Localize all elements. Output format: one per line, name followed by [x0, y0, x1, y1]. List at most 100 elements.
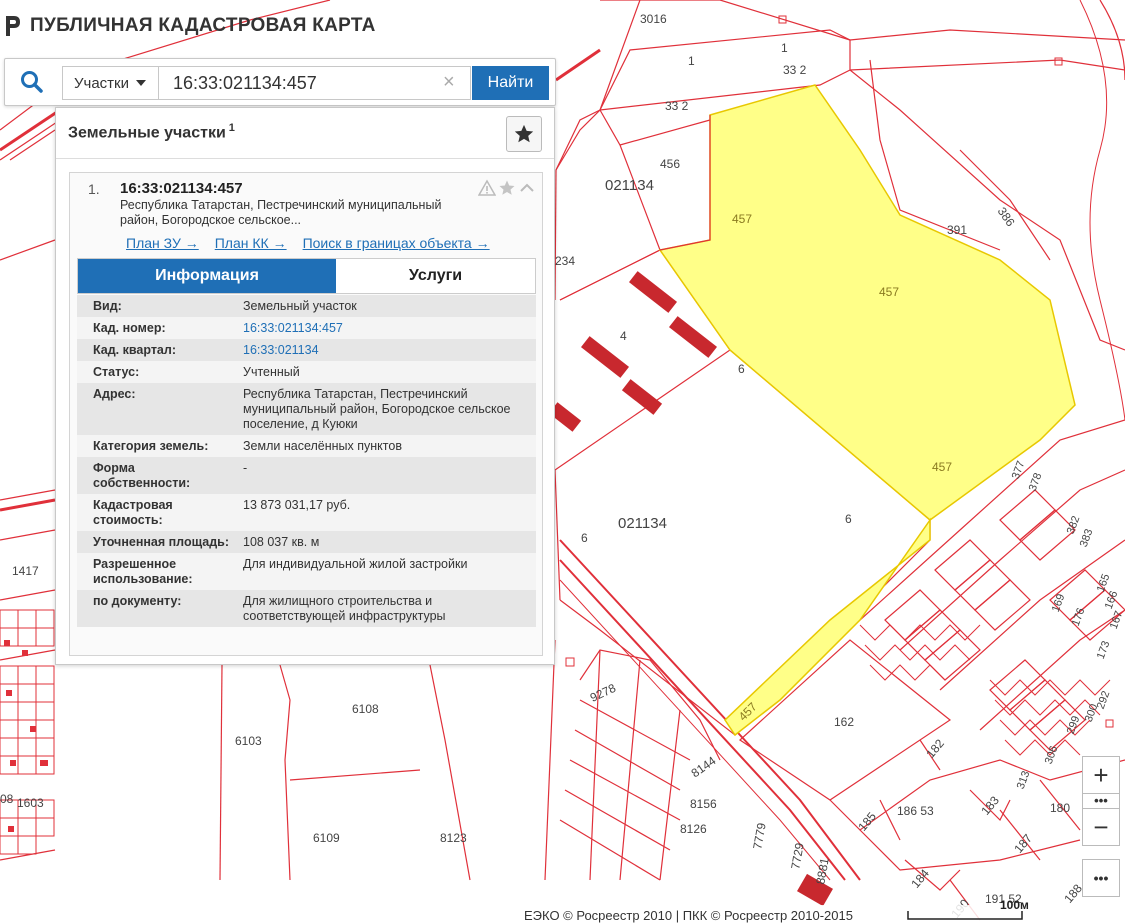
- info-value: Учтенный: [243, 365, 300, 379]
- info-key: Кад. номер:: [93, 321, 166, 335]
- clear-icon[interactable]: ×: [443, 71, 455, 93]
- zoom-controls: + ••• −: [1082, 756, 1120, 846]
- map-label-9278: 9278: [588, 681, 618, 705]
- map-label-167: 167: [1108, 609, 1125, 630]
- info-key: Адрес:: [93, 387, 136, 401]
- selected-parcel-strip[interactable]: [724, 517, 931, 737]
- chevron-up-icon[interactable]: [518, 179, 536, 197]
- more-tools-button[interactable]: •••: [1082, 859, 1120, 897]
- info-row: Адрес: Республика Татарстан, Пестречински…: [77, 383, 536, 435]
- favorites-button[interactable]: [506, 116, 542, 152]
- info-key: Уточненная площадь:: [93, 535, 230, 549]
- map-label-162: 162: [834, 715, 854, 729]
- scale-label: 100м: [1000, 898, 1029, 912]
- map-label-313: 313: [1015, 769, 1033, 790]
- map-label-quarter-2: 021134: [618, 515, 667, 532]
- map-label-1417: 1417: [12, 564, 39, 578]
- map-label-1603: 1603: [17, 796, 44, 810]
- info-value: 108 037 кв. м: [243, 535, 320, 549]
- map-label-457c: 457: [932, 460, 952, 474]
- info-key: Разрешенное использование:: [93, 557, 193, 586]
- info-key: Категория земель:: [93, 439, 209, 453]
- zoom-out-button[interactable]: −: [1082, 808, 1120, 846]
- map-label-176: 176: [1070, 606, 1088, 627]
- results-count: 1: [228, 122, 235, 134]
- map-label-7729: 7729: [788, 841, 806, 870]
- info-value: Для жилищного строительства и соответств…: [243, 594, 446, 623]
- map-label-8144: 8144: [689, 753, 719, 780]
- map-label-386: 386: [995, 205, 1018, 230]
- map-label-6c: 6: [581, 531, 588, 545]
- map-footer: ЕЭКО © Росреестр 2010 | ПКК © Росреестр …: [0, 905, 1125, 924]
- map-label-183: 183: [978, 793, 1002, 818]
- info-value: Республика Татарстан, Пестречинский муни…: [243, 387, 511, 431]
- app-title: ПУБЛИЧНАЯ КАДАСТРОВАЯ КАРТА: [30, 15, 376, 36]
- map-label-1: 1: [688, 54, 695, 68]
- map-label-457b: 457: [879, 285, 899, 299]
- object-type-select[interactable]: Участки: [62, 66, 158, 100]
- map-label-184: 184: [908, 866, 932, 891]
- info-key: Кадастровая стоимость:: [93, 498, 173, 527]
- info-value-link[interactable]: 16:33:021134: [243, 343, 319, 357]
- chevron-down-icon: [136, 80, 146, 86]
- plan-zu-link[interactable]: План ЗУ →: [126, 235, 199, 251]
- map-label-182: 182: [923, 736, 947, 761]
- info-row: Статус: Учтенный: [77, 361, 536, 383]
- app-logo: ПУБЛИЧНАЯ КАДАСТРОВАЯ КАРТА: [4, 12, 376, 40]
- selected-parcel[interactable]: [658, 84, 1076, 521]
- info-value: -: [243, 461, 248, 475]
- map-label-6103: 6103: [235, 734, 262, 748]
- map-label-8156: 8156: [690, 797, 717, 811]
- tab-information[interactable]: Информация: [78, 259, 336, 293]
- search-in-bounds-link[interactable]: Поиск в границах объекта →: [303, 235, 490, 251]
- map-label-299: 299: [1065, 714, 1083, 735]
- map-label-08: 08: [0, 792, 14, 806]
- result-cadastral-number[interactable]: 16:33:021134:457: [120, 180, 243, 197]
- plan-kk-link[interactable]: План КК →: [215, 235, 287, 251]
- map-label-169: 169: [1050, 592, 1068, 613]
- zoom-slider-handle[interactable]: •••: [1082, 794, 1120, 808]
- result-links: План ЗУ → План КК → Поиск в границах объ…: [126, 235, 490, 251]
- map-label-383: 383: [1078, 527, 1096, 548]
- map-label-quarter-1: 021134: [605, 177, 654, 194]
- map-label-186-53: 186 53: [897, 804, 934, 818]
- map-label-382: 382: [1065, 514, 1083, 535]
- map-label-8123: 8123: [440, 831, 467, 845]
- info-value-link[interactable]: 16:33:021134:457: [243, 321, 343, 335]
- info-table: Вид: Земельный участок Кад. номер: 16:33:02…: [77, 295, 536, 627]
- info-row: Вид: Земельный участок: [77, 295, 536, 317]
- map-label-3016: 3016: [640, 12, 667, 26]
- map-label-4: 4: [620, 329, 627, 343]
- map-label-378: 378: [1027, 471, 1045, 492]
- map-label-6109: 6109: [313, 831, 340, 845]
- map-label-234: 234: [555, 254, 575, 268]
- map-label-391: 391: [947, 223, 967, 237]
- info-row: Уточненная площадь: 108 037 кв. м: [77, 531, 536, 553]
- info-value: 13 873 031,17 руб.: [243, 498, 351, 512]
- info-value: Земли населённых пунктов: [243, 439, 402, 453]
- info-row: Кадастровая стоимость: 13 873 031,17 руб.: [77, 494, 536, 531]
- zoom-in-button[interactable]: +: [1082, 756, 1120, 794]
- search-icon[interactable]: [19, 69, 45, 95]
- map-label-1b: 1: [781, 41, 788, 55]
- search-bar: Участки × Найти: [4, 58, 556, 106]
- map-label-180: 180: [1050, 801, 1070, 815]
- info-row: Категория земель: Земли населённых пункто…: [77, 435, 536, 457]
- map-label-7779: 7779: [750, 821, 768, 850]
- info-value: 16:33:021134:457: [243, 317, 536, 339]
- info-key: Статус:: [93, 365, 140, 379]
- map-label-300: 300: [1083, 702, 1101, 723]
- tab-services[interactable]: Услуги: [336, 259, 535, 293]
- map-label-33-2: 33 2: [783, 63, 807, 77]
- logo-icon: [6, 16, 20, 36]
- info-row: по документу: Для жилищного строительства…: [77, 590, 536, 627]
- copyright-text: ЕЭКО © Росреестр 2010 | ПКК © Росреестр …: [524, 908, 853, 923]
- info-key: Форма собственности:: [93, 461, 191, 490]
- map-label-6a: 6: [738, 362, 745, 376]
- search-input[interactable]: [158, 66, 471, 100]
- info-key: Кад. квартал:: [93, 343, 176, 357]
- star-outline-icon[interactable]: [498, 179, 516, 197]
- warning-icon[interactable]: [478, 179, 496, 197]
- map-label-8881: 8881: [813, 856, 831, 885]
- find-button[interactable]: Найти: [472, 66, 549, 100]
